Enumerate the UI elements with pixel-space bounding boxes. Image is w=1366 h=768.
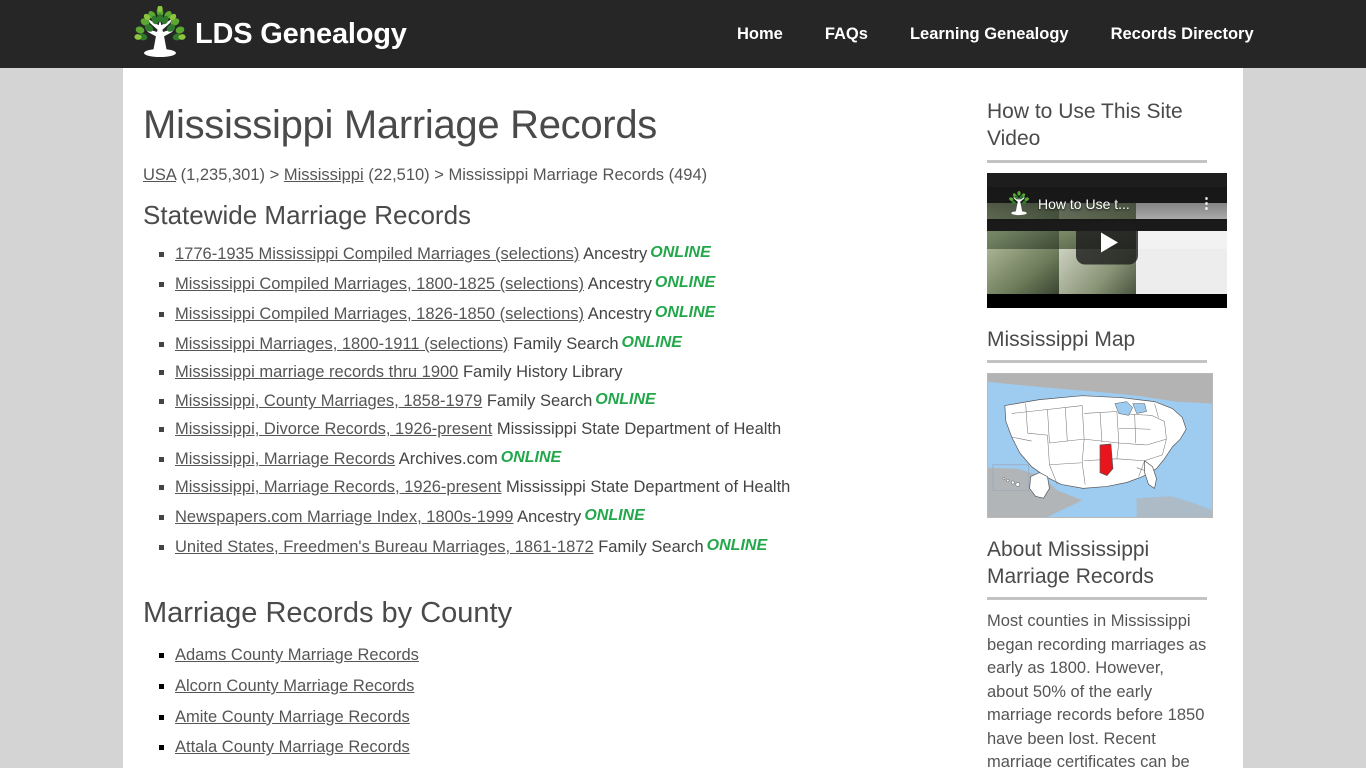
nav-faqs[interactable]: FAQs (804, 25, 889, 44)
us-map-mississippi-highlighted[interactable] (987, 372, 1213, 518)
record-provider: Family Search (593, 537, 704, 556)
sidebar-video-heading: How to Use This Site Video (987, 100, 1183, 151)
record-link[interactable]: United States, Freedmen's Bureau Marriag… (175, 538, 594, 556)
sidebar-map-block: Mississippi Map (987, 326, 1213, 518)
online-badge: ONLINE (621, 333, 682, 351)
play-button-icon[interactable] (1076, 221, 1138, 265)
record-list-item: Newspapers.com Marriage Index, 1800s-199… (175, 502, 963, 532)
nav-home[interactable]: Home (716, 25, 804, 44)
county-records-list: Adams County Marriage Records Alcorn Coun… (143, 640, 963, 768)
sidebar-about-text: Most counties in Mississippi began recor… (987, 612, 1207, 768)
sidebar-about-block: About Mississippi Marriage Records Most … (987, 536, 1207, 768)
more-options-icon[interactable]: ⋮ (1199, 196, 1221, 211)
record-list-item: Mississippi, Marriage Records, 1926-pres… (175, 474, 963, 502)
record-provider: Family History Library (458, 362, 623, 381)
record-link[interactable]: Mississippi, Marriage Records (175, 450, 395, 468)
record-link[interactable]: Mississippi, Divorce Records, 1926-prese… (175, 420, 492, 438)
breadcrumb-separator: > (434, 166, 444, 185)
record-provider: Family Search (482, 392, 593, 411)
online-badge: ONLINE (584, 506, 645, 524)
record-provider: Ancestry (513, 507, 582, 526)
county-list-item: Amite County Marriage Records (175, 702, 963, 733)
record-list-item: Mississippi, County Marriages, 1858-1979… (175, 386, 963, 416)
online-badge: ONLINE (654, 273, 716, 291)
sidebar-map-heading: Mississippi Map (987, 327, 1136, 351)
nav-records-directory[interactable]: Records Directory (1090, 25, 1275, 44)
county-list-item: Benton County Marriage Records (175, 763, 963, 768)
nav-learning-genealogy[interactable]: Learning Genealogy (889, 25, 1090, 44)
divider (987, 597, 1207, 601)
record-provider: Ancestry (584, 274, 652, 293)
online-badge: ONLINE (654, 303, 716, 321)
site-logo-link[interactable]: LDS Genealogy (131, 5, 407, 62)
tree-logo-icon (131, 5, 189, 62)
record-list-item: Mississippi Compiled Marriages, 1826-185… (175, 299, 963, 329)
breadcrumb-link-usa[interactable]: USA (143, 166, 176, 184)
breadcrumb-usa-count: (1,235,301) (180, 166, 266, 185)
county-heading: Marriage Records by County (143, 596, 513, 629)
divider (987, 159, 1207, 163)
county-link[interactable]: Amite County Marriage Records (175, 708, 410, 726)
online-badge: ONLINE (650, 244, 711, 262)
county-link[interactable]: Adams County Marriage Records (175, 646, 419, 664)
record-link[interactable]: Mississippi Marriages, 1800-1911 (select… (175, 335, 509, 353)
breadcrumb-current-count: (494) (668, 166, 708, 185)
page-title: Mississippi Marriage Records (143, 103, 657, 147)
record-provider: Mississippi State Department of Health (501, 478, 791, 497)
sidebar: How to Use This Site Video How to Use t.… (963, 68, 1243, 768)
record-provider: Ancestry (579, 245, 648, 264)
breadcrumb-state-count: (22,510) (368, 166, 430, 185)
breadcrumb-separator: > (269, 166, 280, 185)
record-provider: Mississippi State Department of Health (492, 420, 782, 439)
statewide-records-list: 1776-1935 Mississippi Compiled Marriages… (143, 239, 963, 562)
video-title-overlay: How to Use t... ⋮ (987, 186, 1227, 221)
breadcrumb: USA (1,235,301) > Mississippi (22,510) >… (143, 164, 963, 187)
record-list-item: Mississippi, Divorce Records, 1926-prese… (175, 416, 963, 444)
record-list-item: Mississippi marriage records thru 1900 F… (175, 359, 963, 387)
county-link[interactable]: Attala County Marriage Records (175, 738, 410, 756)
divider (987, 359, 1207, 363)
record-list-item: 1776-1935 Mississippi Compiled Marriages… (175, 239, 963, 269)
brand-name: LDS Genealogy (195, 17, 407, 50)
online-badge: ONLINE (706, 536, 768, 554)
record-link[interactable]: Mississippi, County Marriages, 1858-1979 (175, 392, 482, 410)
record-list-item: Mississippi Compiled Marriages, 1800-182… (175, 269, 963, 299)
breadcrumb-current: Mississippi Marriage Records (448, 166, 664, 185)
county-link[interactable]: Alcorn County Marriage Records (175, 677, 414, 695)
record-list-item: Mississippi, Marriage Records Archives.c… (175, 444, 963, 474)
record-link[interactable]: Mississippi, Marriage Records, 1926-pres… (175, 478, 501, 496)
county-list-item: Alcorn County Marriage Records (175, 671, 963, 702)
record-link[interactable]: Mississippi marriage records thru 1900 (175, 363, 458, 381)
video-title: How to Use t... (1038, 195, 1130, 212)
statewide-heading: Statewide Marriage Records (143, 200, 472, 231)
sidebar-video-block: How to Use This Site Video How to Use t.… (987, 98, 1227, 308)
record-list-item: Mississippi Marriages, 1800-1911 (select… (175, 329, 963, 359)
play-triangle (1100, 232, 1118, 253)
tree-logo-icon (1005, 190, 1033, 218)
online-badge: ONLINE (595, 391, 656, 409)
page-container: Mississippi Marriage Records USA (1,235,… (123, 68, 1243, 768)
main-content: Mississippi Marriage Records USA (1,235,… (123, 68, 963, 768)
site-header: LDS Genealogy Home FAQs Learning Genealo… (0, 0, 1366, 68)
record-link[interactable]: Newspapers.com Marriage Index, 1800s-199… (175, 508, 513, 526)
online-badge: ONLINE (500, 449, 562, 467)
county-list-item: Adams County Marriage Records (175, 640, 963, 671)
record-provider: Ancestry (584, 304, 652, 323)
sidebar-about-heading: About Mississippi Marriage Records (987, 537, 1154, 589)
record-provider: Family Search (508, 334, 619, 353)
main-navigation: Home FAQs Learning Genealogy Records Dir… (716, 0, 1275, 68)
record-provider: Archives.com (395, 450, 498, 469)
county-list-item: Attala County Marriage Records (175, 732, 963, 763)
record-list-item: United States, Freedmen's Bureau Marriag… (175, 532, 963, 562)
breadcrumb-link-mississippi[interactable]: Mississippi (284, 166, 364, 184)
record-link[interactable]: Mississippi Compiled Marriages, 1800-182… (175, 275, 584, 293)
record-link[interactable]: Mississippi Compiled Marriages, 1826-185… (175, 305, 584, 323)
record-link[interactable]: 1776-1935 Mississippi Compiled Marriages… (175, 245, 579, 263)
video-player[interactable]: How to Use t... ⋮ (987, 172, 1227, 308)
